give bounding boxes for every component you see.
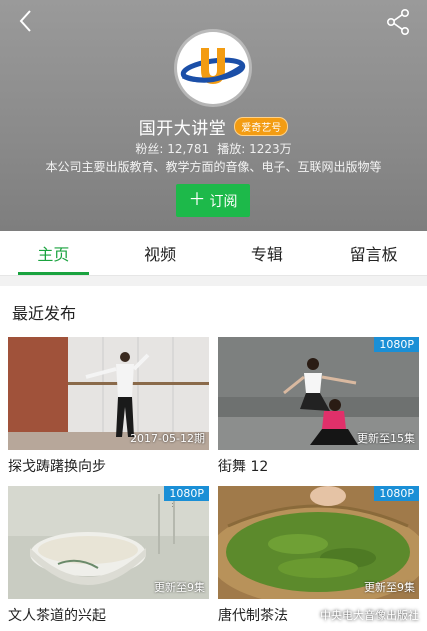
app-root: 国开大讲堂 爱奇艺号 粉丝: 12,781 播放: 1223万 本公司主要出版教育… <box>0 0 427 631</box>
resolution-badge: 1080P <box>164 486 209 501</box>
channel-logo-icon <box>180 48 246 84</box>
video-title[interactable]: 探戈踌躇换向步 <box>8 456 209 476</box>
wechat-icon <box>297 608 315 622</box>
back-icon[interactable] <box>14 8 40 34</box>
channel-avatar[interactable] <box>177 32 249 104</box>
subscribe-button[interactable]: ＋ 订阅 <box>176 184 250 217</box>
tab-albums[interactable]: 专辑 <box>214 231 321 275</box>
verified-badge: 爱奇艺号 <box>234 116 289 136</box>
channel-description: 本公司主要出版教育、教学方面的音像、电子、互联网出版物等 <box>45 160 382 174</box>
plays-count: 播放: 1223万 <box>217 142 292 156</box>
video-title[interactable]: 文人茶道的兴起 <box>8 605 209 625</box>
video-card[interactable]: ⋮ 1080P 更新至9集 文人茶道的兴起 <box>8 486 209 625</box>
resolution-badge: 1080P <box>374 337 419 352</box>
tab-home[interactable]: 主页 <box>0 231 107 275</box>
episode-count: 更新至9集 <box>364 581 415 594</box>
subscribe-label: 订阅 <box>209 193 238 210</box>
resolution-badge: 1080P <box>374 486 419 501</box>
section-title: 最近发布 <box>12 304 77 323</box>
channel-title-row: 国开大讲堂 爱奇艺号 <box>0 114 427 139</box>
video-thumbnail[interactable]: 1080P 更新至15集 <box>218 337 419 450</box>
episode-count: 更新至15集 <box>357 432 415 445</box>
video-card[interactable]: 1080P 更新至9集 唐代制茶法 <box>218 486 419 625</box>
fans-count: 粉丝: 12,781 <box>135 142 210 156</box>
section-divider <box>0 276 427 286</box>
share-icon[interactable] <box>385 8 411 36</box>
video-thumbnail[interactable]: 2017-05-12期 <box>8 337 209 450</box>
video-thumbnail[interactable]: ⋮ 1080P 更新至9集 <box>8 486 209 599</box>
plus-icon: ＋ <box>188 190 206 210</box>
tab-bar: 主页 视频 专辑 留言板 <box>0 231 427 276</box>
channel-stats: 粉丝: 12,781 播放: 1223万 <box>0 140 427 157</box>
video-date: 2017-05-12期 <box>130 432 205 445</box>
channel-name: 国开大讲堂 <box>138 118 227 139</box>
video-card[interactable]: 2017-05-12期 探戈踌躇换向步 <box>8 337 209 476</box>
channel-header: 国开大讲堂 爱奇艺号 粉丝: 12,781 播放: 1223万 本公司主要出版教育… <box>0 0 427 231</box>
video-title[interactable]: 街舞 12 <box>218 456 419 476</box>
tab-videos[interactable]: 视频 <box>107 231 214 275</box>
watermark-text: 中央电大音像出版社 <box>320 609 419 622</box>
episode-count: 更新至9集 <box>154 581 205 594</box>
video-card[interactable]: 1080P 更新至15集 街舞 12 <box>218 337 419 476</box>
watermark: 中央电大音像出版社 <box>297 607 419 623</box>
tab-comments[interactable]: 留言板 <box>320 231 427 275</box>
video-thumbnail[interactable]: 1080P 更新至9集 <box>218 486 419 599</box>
